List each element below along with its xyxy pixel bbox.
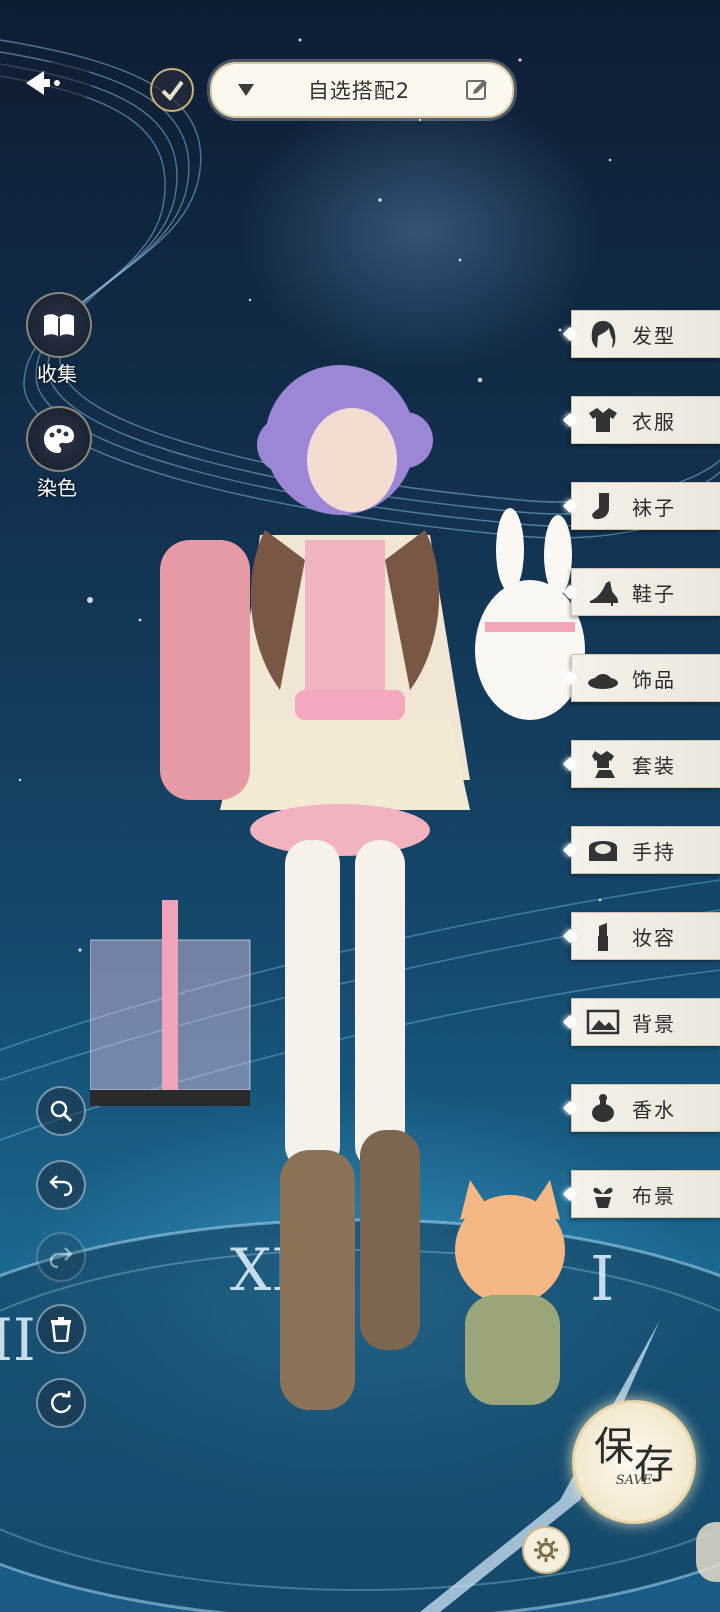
category-label: 发型 <box>632 323 676 348</box>
category-tab-background[interactable]: 背景 <box>562 998 720 1046</box>
suit-icon <box>582 745 624 783</box>
redo-button[interactable] <box>36 1232 86 1282</box>
category-tab-hair[interactable]: 发型 <box>562 310 720 358</box>
scenery-icon <box>582 1175 624 1213</box>
hair-icon <box>582 315 624 353</box>
category-tab-makeup[interactable]: 妆容 <box>562 912 720 960</box>
category-label: 香水 <box>632 1097 676 1122</box>
confirm-button[interactable] <box>150 68 194 112</box>
side-expand-button[interactable] <box>696 1522 720 1582</box>
perfume-icon <box>582 1089 624 1127</box>
category-label: 饰品 <box>632 667 676 692</box>
category-label: 套装 <box>632 753 676 778</box>
character-model[interactable] <box>90 360 610 1460</box>
cat-mascot <box>455 1180 565 1405</box>
book-icon <box>44 314 74 337</box>
outfit-name: 自选搭配2 <box>307 79 411 103</box>
category-label: 妆容 <box>632 925 676 950</box>
category-tab-shoes[interactable]: 鞋子 <box>562 568 720 616</box>
category-tab-accessory[interactable]: 饰品 <box>562 654 720 702</box>
collect-label: 收集 <box>37 362 77 386</box>
magnifier-icon <box>50 1100 73 1123</box>
category-tab-handheld[interactable]: 手持 <box>562 826 720 874</box>
undo-icon <box>49 1175 73 1197</box>
trash-icon <box>51 1317 71 1342</box>
accessory-icon <box>582 659 624 697</box>
zoom-button[interactable] <box>36 1086 86 1136</box>
gift-box <box>90 900 251 1106</box>
clothes-icon <box>582 401 624 439</box>
collect-button[interactable]: 收集 <box>26 292 92 387</box>
refresh-icon <box>50 1391 72 1414</box>
background-icon <box>582 1003 624 1041</box>
category-tab-clothes[interactable]: 衣服 <box>562 396 720 444</box>
save-char-1: 保 <box>594 1424 634 1470</box>
category-tab-socks[interactable]: 袜子 <box>562 482 720 530</box>
outfit-selector[interactable]: 自选搭配2 <box>210 62 514 118</box>
socks-icon <box>582 487 624 525</box>
settings-button[interactable] <box>522 1526 570 1574</box>
back-button[interactable] <box>0 62 92 104</box>
save-char-2: 存 <box>634 1442 674 1488</box>
back-arrow-icon <box>26 71 60 95</box>
dye-label: 染色 <box>37 476 77 500</box>
delete-button[interactable] <box>36 1304 86 1354</box>
makeup-icon <box>582 917 624 955</box>
shoes-icon <box>582 573 624 611</box>
checkmark-icon <box>161 80 184 102</box>
dropdown-triangle-icon[interactable] <box>238 84 254 96</box>
save-button[interactable]: 保存 SAVE <box>572 1400 696 1524</box>
clock-numeral: II <box>0 1306 36 1374</box>
category-label: 手持 <box>632 839 676 864</box>
category-label: 鞋子 <box>632 581 676 606</box>
gear-icon <box>534 1538 558 1562</box>
backpack <box>160 540 250 800</box>
handheld-icon <box>582 831 624 869</box>
category-label: 背景 <box>632 1011 676 1036</box>
category-tab-scenery[interactable]: 布景 <box>562 1170 720 1218</box>
category-label: 衣服 <box>632 409 676 434</box>
category-label: 布景 <box>632 1183 676 1208</box>
reset-button[interactable] <box>36 1378 86 1428</box>
dye-button[interactable]: 染色 <box>26 406 92 501</box>
undo-button[interactable] <box>36 1160 86 1210</box>
category-label: 袜子 <box>632 495 676 520</box>
redo-icon <box>49 1247 73 1269</box>
category-tab-suit[interactable]: 套装 <box>562 740 720 788</box>
palette-icon <box>44 425 74 453</box>
edit-icon[interactable] <box>464 77 490 103</box>
bunny-plush <box>475 508 585 720</box>
category-tab-perfume[interactable]: 香水 <box>562 1084 720 1132</box>
